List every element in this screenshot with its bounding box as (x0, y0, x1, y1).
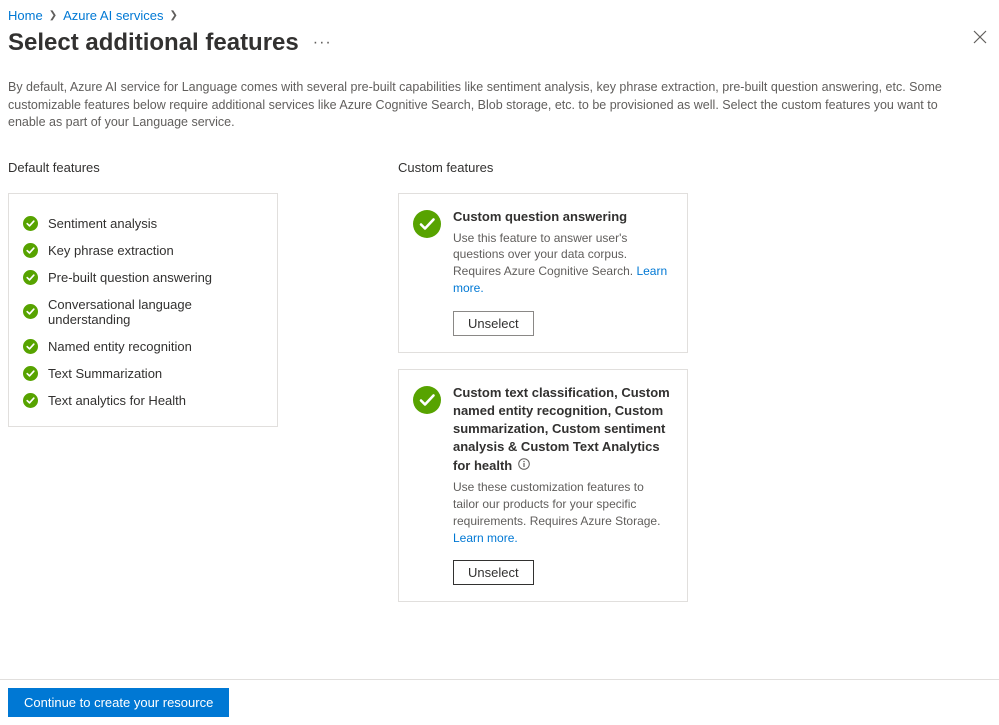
more-actions-button[interactable]: ··· (313, 34, 332, 52)
close-icon (973, 30, 987, 44)
custom-features-header: Custom features (398, 160, 688, 175)
chevron-right-icon: ❯ (49, 10, 57, 21)
default-features-box: Sentiment analysis Key phrase extraction… (8, 193, 278, 427)
default-feature-item: Key phrase extraction (23, 237, 263, 264)
chevron-right-icon: ❯ (170, 10, 178, 21)
default-feature-label: Sentiment analysis (48, 216, 157, 231)
custom-feature-description: Use these customization features to tail… (453, 479, 673, 546)
check-circle-icon (23, 216, 38, 231)
custom-feature-card: Custom text classification, Custom named… (398, 369, 688, 603)
default-feature-item: Conversational language understanding (23, 291, 263, 333)
info-icon[interactable] (518, 457, 530, 475)
learn-more-link[interactable]: Learn more. (453, 531, 518, 545)
page-title: Select additional features (8, 29, 299, 57)
custom-feature-title: Custom question answering (453, 208, 673, 226)
title-row: Select additional features ··· (0, 27, 999, 65)
breadcrumb-azure-ai-services[interactable]: Azure AI services (63, 8, 163, 23)
page-description: By default, Azure AI service for Languag… (0, 65, 980, 142)
default-feature-label: Text analytics for Health (48, 393, 186, 408)
custom-feature-title: Custom text classification, Custom named… (453, 384, 673, 475)
default-feature-label: Named entity recognition (48, 339, 192, 354)
check-circle-icon (23, 339, 38, 354)
breadcrumb-home[interactable]: Home (8, 8, 43, 23)
breadcrumb: Home ❯ Azure AI services ❯ (0, 0, 999, 27)
check-circle-icon (23, 270, 38, 285)
check-circle-icon (413, 386, 441, 414)
custom-feature-card: Custom question answering Use this featu… (398, 193, 688, 353)
check-circle-icon (23, 366, 38, 381)
unselect-button[interactable]: Unselect (453, 560, 534, 585)
check-circle-icon (413, 210, 441, 238)
check-circle-icon (23, 393, 38, 408)
default-features-header: Default features (8, 160, 278, 175)
custom-feature-description: Use this feature to answer user's questi… (453, 230, 673, 297)
default-feature-label: Pre-built question answering (48, 270, 212, 285)
features-columns: Default features Sentiment analysis Key … (0, 142, 999, 619)
custom-features-column: Custom features Custom question answerin… (398, 160, 688, 619)
default-features-column: Default features Sentiment analysis Key … (8, 160, 278, 619)
footer: Continue to create your resource (0, 679, 999, 725)
default-feature-item: Text Summarization (23, 360, 263, 387)
default-feature-label: Conversational language understanding (48, 297, 263, 327)
default-feature-item: Text analytics for Health (23, 387, 263, 414)
continue-button[interactable]: Continue to create your resource (8, 688, 229, 717)
custom-feature-body: Custom question answering Use this featu… (453, 208, 673, 336)
check-circle-icon (23, 304, 38, 319)
custom-feature-body: Custom text classification, Custom named… (453, 384, 673, 586)
unselect-button[interactable]: Unselect (453, 311, 534, 336)
close-button[interactable] (973, 30, 987, 49)
default-feature-item: Pre-built question answering (23, 264, 263, 291)
check-circle-icon (23, 243, 38, 258)
default-feature-label: Text Summarization (48, 366, 162, 381)
default-feature-item: Sentiment analysis (23, 210, 263, 237)
default-feature-item: Named entity recognition (23, 333, 263, 360)
default-feature-label: Key phrase extraction (48, 243, 174, 258)
